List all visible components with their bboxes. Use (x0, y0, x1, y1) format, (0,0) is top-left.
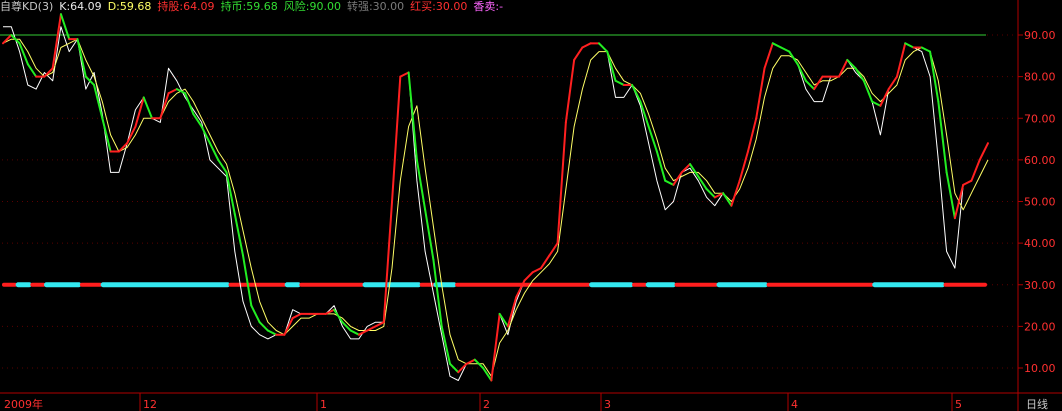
k-line-segment (391, 75, 402, 203)
x-tick-label: 3 (604, 398, 611, 411)
k-line-segment (258, 321, 269, 332)
y-tick-label: 40.00 (1024, 237, 1056, 250)
y-tick-label: 30.00 (1024, 279, 1056, 292)
indicator-title: 自尊KD(3) (0, 0, 54, 13)
k-line-segment (382, 200, 394, 324)
k-line-segment (531, 267, 543, 274)
y-tick-label: 70.00 (1024, 112, 1056, 125)
k-line-segment (184, 92, 195, 116)
k-line-segment (937, 100, 948, 174)
k-line-segment (780, 46, 791, 53)
x-axis: 2009年 12 1 2 3 4 5 日线 (4, 393, 1048, 411)
k-line-segment (978, 142, 989, 161)
k-line-segment (813, 75, 824, 91)
wait-value: 持币:59.68 (220, 0, 278, 13)
j-line (3, 26, 989, 381)
d-line (2, 38, 989, 377)
k-line-segment (962, 179, 973, 186)
k-line-segment (349, 329, 360, 336)
hold-value: 持股:64.09 (157, 0, 215, 13)
k-line-segment (664, 179, 675, 186)
k-line-segment (573, 46, 584, 61)
k-line-segment (333, 308, 344, 324)
k-line-segment (705, 188, 716, 199)
k-line-segment (838, 58, 849, 78)
y-tick-label: 20.00 (1024, 320, 1056, 333)
risk-value: 风险:90.00 (283, 0, 341, 13)
d-value: D:59.68 (107, 0, 152, 13)
buysell-value: 香卖:- (473, 0, 504, 13)
k-line-segment (523, 271, 534, 282)
k-line-segment (291, 312, 302, 320)
k-line-segment (746, 117, 758, 153)
k-line-segment (581, 42, 592, 49)
k-line-segment (457, 362, 468, 374)
x-tick-label: 4 (791, 398, 798, 411)
k-line-segment (399, 71, 410, 78)
k-line-segment (407, 71, 418, 161)
k-line-segment (655, 150, 667, 182)
x-tick-label: 5 (955, 398, 962, 411)
k-line-segment (945, 171, 956, 220)
k-line-segment (366, 325, 377, 332)
k-line-segment (233, 212, 245, 257)
k-line-segment (266, 329, 278, 336)
k-line-segment (887, 75, 898, 91)
red-value: 红买:30.00 (410, 0, 468, 13)
k-line-segment (680, 163, 692, 174)
kd-chart: 90.00 80.00 70.00 60.00 50.00 40.00 30.00 20.00… (0, 0, 1062, 411)
y-tick-label: 60.00 (1024, 154, 1056, 167)
k-line-segment (134, 96, 145, 128)
period-label: 日线 (1026, 397, 1048, 411)
k-line-segment (788, 50, 799, 66)
k-line-segment (167, 88, 178, 95)
k-line-segment (672, 171, 683, 186)
k-line-segment (556, 121, 567, 245)
k-line-segment (250, 304, 261, 324)
k-line-segment (540, 254, 551, 270)
k-line-segment (738, 150, 749, 182)
strong-value: 转强:30.00 (346, 0, 405, 13)
k-line-segment (631, 83, 642, 103)
y-tick-label: 10.00 (1024, 362, 1056, 375)
k-line-segment (614, 79, 625, 86)
k-value: K:64.09 (59, 0, 102, 13)
k-line-segment (43, 67, 54, 78)
k-line-segment (440, 325, 451, 365)
k-line-segment (357, 329, 369, 336)
k-line-segment (597, 42, 609, 53)
chart-grid (0, 0, 1062, 411)
k-line-segment (854, 67, 865, 82)
k-line-segment (415, 158, 427, 211)
k-line-segment (722, 192, 733, 207)
k-line-segment (18, 42, 29, 66)
y-tick-label: 50.00 (1024, 196, 1056, 209)
k-line-segment (730, 179, 741, 207)
k-line-segment (465, 358, 476, 365)
k-line-segment (84, 75, 96, 86)
k-line-segment (771, 42, 783, 49)
x-tick-label: 2009年 (4, 397, 43, 411)
y-axis: 90.00 80.00 70.00 60.00 50.00 40.00 30.00 20.00… (1018, 29, 1056, 375)
k-line-segment (2, 34, 13, 45)
k-line-segment (564, 58, 576, 124)
x-tick-label: 1 (320, 398, 327, 411)
chart-series (2, 13, 989, 382)
k-line-segment (970, 158, 981, 182)
x-tick-label: 12 (143, 398, 157, 411)
k-line-segment (142, 96, 153, 120)
k-line-segment (755, 67, 766, 120)
y-tick-label: 90.00 (1024, 29, 1056, 42)
indicator-header: 自尊KD(3) K:64.09 D:59.68 持股:64.09 持币:59.68 风险:… (0, 0, 509, 14)
x-tick-label: 2 (483, 398, 490, 411)
k-line-segment (341, 321, 352, 332)
y-tick-label: 80.00 (1024, 71, 1056, 84)
k-line-segment (920, 46, 932, 53)
k-line-segment (904, 42, 915, 49)
k-line-segment (374, 321, 385, 328)
k-line-segment (283, 317, 294, 336)
k-line-segment (804, 79, 816, 91)
k-line-segment (763, 42, 774, 70)
k-line-segment (208, 142, 220, 161)
